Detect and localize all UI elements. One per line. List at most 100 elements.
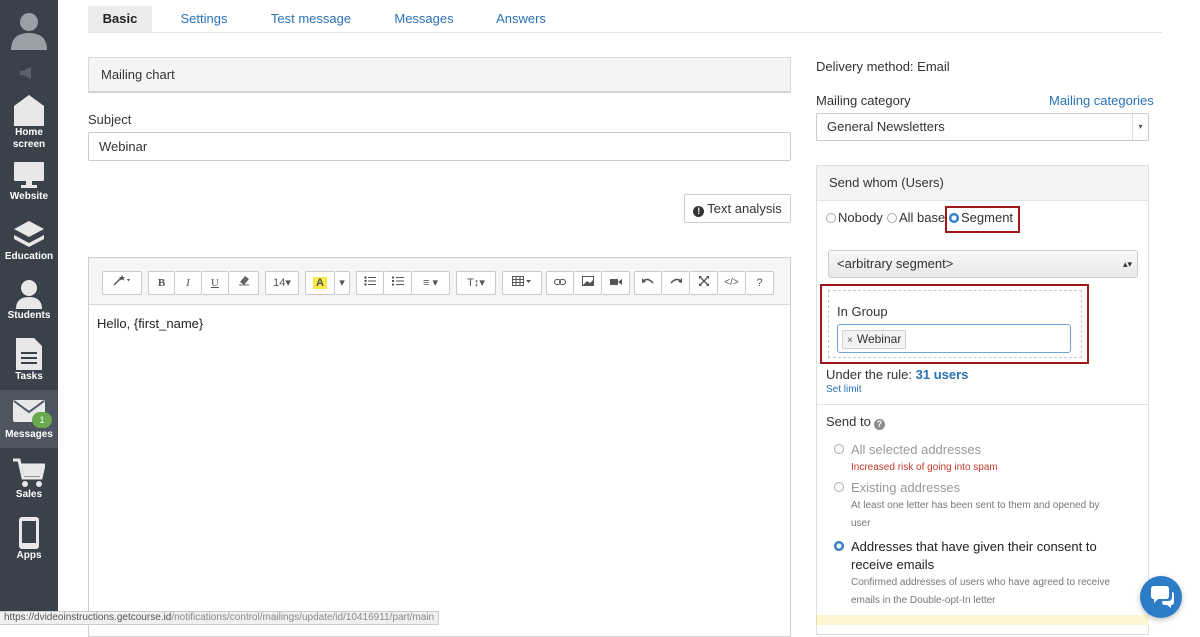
highlight-color-icon[interactable]: A xyxy=(305,271,335,295)
sidebar-item-label: Students xyxy=(7,310,51,321)
option-title: All selected addresses xyxy=(851,442,982,457)
divider xyxy=(817,404,1148,405)
in-group-label: In Group xyxy=(837,304,888,319)
mailing-chart-panel[interactable]: Mailing chart xyxy=(88,57,791,93)
radio-icon xyxy=(834,482,844,492)
option-note: At least one letter has been sent to the… xyxy=(851,500,1100,529)
browser-status-url: https://dvideoinstructions.getcourse.id/… xyxy=(0,611,440,625)
table-icon[interactable] xyxy=(502,271,542,295)
radio-nobody[interactable]: Nobody xyxy=(826,210,883,225)
sidebar-item-apps[interactable]: Apps xyxy=(0,517,58,577)
tab-answers[interactable]: Answers xyxy=(492,6,550,32)
user-avatar[interactable] xyxy=(8,8,50,50)
text-analysis-button[interactable]: ! Text analysis xyxy=(684,194,791,223)
sidebar-item-messages[interactable]: 1 Messages xyxy=(0,390,58,448)
caret-down-icon: ▾ xyxy=(1132,114,1148,140)
cart-icon xyxy=(13,458,45,487)
rule-prefix: Under the rule: xyxy=(826,367,912,382)
send-whom-title: Send whom (Users) xyxy=(817,166,1148,201)
mailing-category-value: General Newsletters xyxy=(827,119,945,134)
fullscreen-icon[interactable] xyxy=(690,271,718,295)
tab-basic[interactable]: Basic xyxy=(88,6,152,32)
group-tag-input[interactable]: × Webinar xyxy=(837,324,1071,353)
question-icon[interactable]: ? xyxy=(873,419,885,430)
sidebar-item-label: Home xyxy=(15,127,43,138)
color-caret-icon[interactable]: ▾ xyxy=(335,271,350,295)
segment-select[interactable]: <arbitrary segment> ▴▾ xyxy=(828,250,1138,278)
set-limit-link[interactable]: Set limit xyxy=(826,384,862,395)
mailing-categories-link[interactable]: Mailing categories xyxy=(1049,93,1154,108)
remove-chip-icon[interactable]: × xyxy=(847,335,853,346)
tab-test-message[interactable]: Test message xyxy=(266,6,356,32)
sidebar-item-tasks[interactable]: Tasks xyxy=(0,338,58,398)
sidebar-item-education[interactable]: Education xyxy=(0,220,58,280)
group-chip-label: Webinar xyxy=(856,332,902,346)
text-height-glyph: T↕ xyxy=(467,277,480,289)
group-chip: × Webinar xyxy=(842,330,907,349)
undo-icon[interactable] xyxy=(634,271,662,295)
rule-summary: Under the rule: 31 users xyxy=(826,367,968,382)
status-url-path: /notifications/control/mailings/update/i… xyxy=(171,612,435,623)
sidebar: Home screen Website Education Students T… xyxy=(0,0,58,625)
eraser-icon[interactable] xyxy=(229,271,259,295)
in-group-rule: In Group × Webinar xyxy=(828,290,1082,358)
send-to-option-all[interactable]: All selected addresses Increased risk of… xyxy=(834,441,1134,481)
layers-icon xyxy=(14,221,44,247)
message-editor: B I U 14▾ A ▾ ≡ ▾ T↕▾ </> ? Hello, {firs… xyxy=(88,257,791,637)
sidebar-item-website[interactable]: Website xyxy=(0,160,58,220)
sidebar-item-label: Tasks xyxy=(15,371,43,382)
megaphone-icon[interactable] xyxy=(18,66,40,80)
editor-body-text[interactable]: Hello, {first_name} xyxy=(97,316,203,331)
help-icon[interactable]: ? xyxy=(746,271,774,295)
sidebar-item-students[interactable]: Students xyxy=(0,279,58,339)
updown-caret-icon: ▴▾ xyxy=(1122,259,1132,269)
chat-button[interactable] xyxy=(1140,576,1182,618)
send-to-option-existing[interactable]: Existing addresses At least one letter h… xyxy=(834,479,1134,539)
document-icon xyxy=(16,338,42,370)
chat-bubbles-icon xyxy=(1151,586,1174,608)
status-url-host: https://dvideoinstructions.getcourse.id xyxy=(4,612,172,623)
radio-selected-icon xyxy=(834,541,844,551)
tab-settings[interactable]: Settings xyxy=(172,6,236,32)
segment-highlight-frame xyxy=(945,206,1020,233)
radio-icon xyxy=(826,213,836,223)
font-size-select[interactable]: 14▾ xyxy=(265,271,299,295)
bold-icon[interactable]: B xyxy=(148,271,175,295)
option-note: Confirmed addresses of users who have ag… xyxy=(851,577,1111,606)
magic-wand-icon[interactable] xyxy=(102,271,142,295)
underline-icon[interactable]: U xyxy=(202,271,229,295)
monitor-icon xyxy=(14,162,44,188)
sidebar-item-label: Sales xyxy=(15,489,43,500)
option-title: Addresses that have given their consent … xyxy=(851,539,1097,572)
italic-icon[interactable]: I xyxy=(175,271,202,295)
send-to-option-consent[interactable]: Addresses that have given their consent … xyxy=(834,538,1134,618)
messages-count-badge: 1 xyxy=(32,412,52,428)
person-avatar-icon xyxy=(11,13,47,50)
sidebar-item-home-screen[interactable]: Home screen xyxy=(0,94,58,154)
radio-icon xyxy=(834,444,844,454)
radio-all-base[interactable]: All base xyxy=(887,210,945,225)
align-glyph: ≡ xyxy=(423,277,430,289)
text-height-icon[interactable]: T↕▾ xyxy=(456,271,496,295)
mailing-category-select[interactable]: General Newsletters ▾ xyxy=(816,113,1149,141)
send-to-label: Send to? xyxy=(826,414,885,430)
image-icon[interactable] xyxy=(574,271,602,295)
sidebar-item-label: Messages xyxy=(5,429,53,440)
subject-input[interactable] xyxy=(88,132,791,161)
radio-icon xyxy=(887,213,897,223)
editor-toolbar: B I U 14▾ A ▾ ≡ ▾ T↕▾ </> ? xyxy=(89,258,790,305)
delivery-method: Delivery method: Email xyxy=(816,59,950,74)
tabs-divider xyxy=(88,32,1162,33)
sidebar-item-sales[interactable]: Sales xyxy=(0,458,58,518)
numbered-list-icon[interactable] xyxy=(384,271,412,295)
align-icon[interactable]: ≡ ▾ xyxy=(412,271,450,295)
link-icon[interactable] xyxy=(546,271,574,295)
tab-messages[interactable]: Messages xyxy=(388,6,460,32)
option-title: Existing addresses xyxy=(851,480,961,495)
bullet-list-icon[interactable] xyxy=(356,271,384,295)
rule-count-link[interactable]: 31 users xyxy=(916,367,969,382)
code-view-icon[interactable]: </> xyxy=(718,271,746,295)
radio-all-base-label: All base xyxy=(899,210,946,225)
video-icon[interactable] xyxy=(602,271,630,295)
redo-icon[interactable] xyxy=(662,271,690,295)
